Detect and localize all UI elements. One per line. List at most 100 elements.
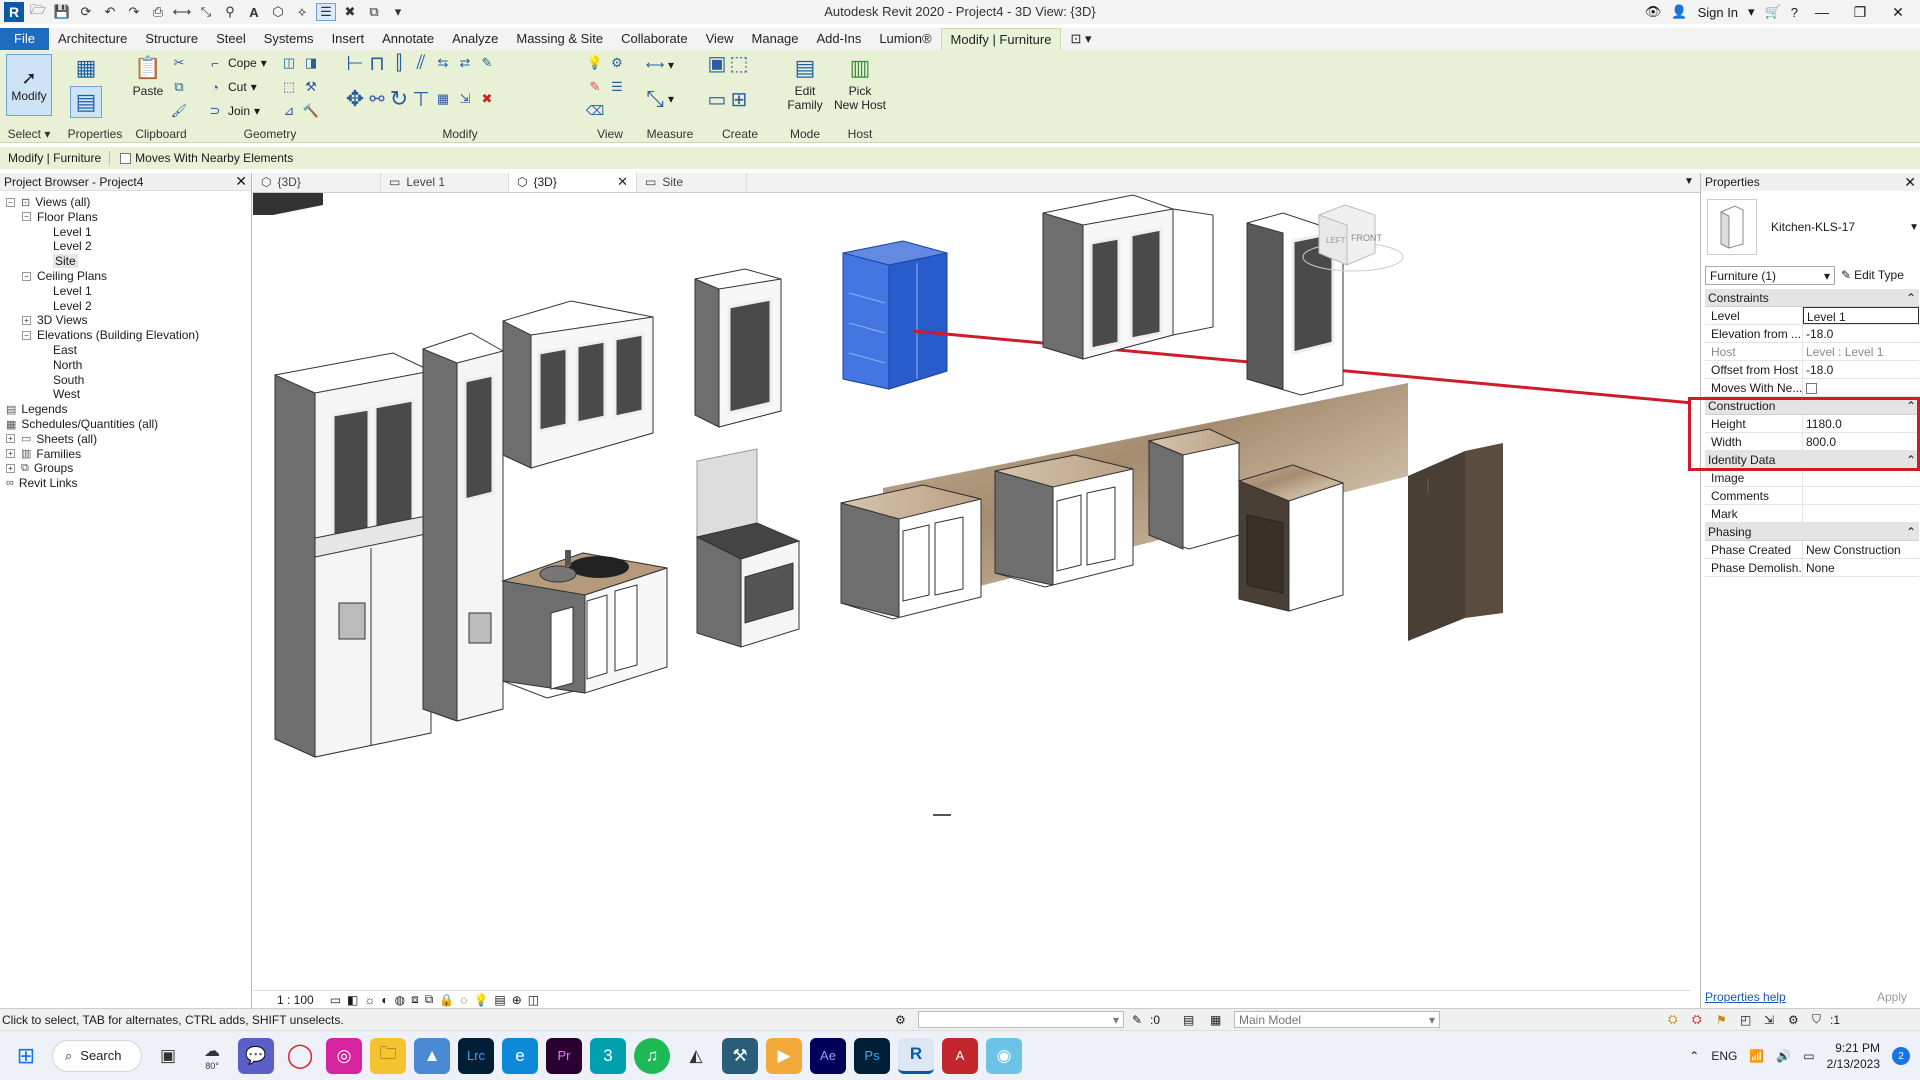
detail-level-icon[interactable]: ▭ <box>330 993 341 1007</box>
lock-3d-icon[interactable]: 🔒 <box>439 993 454 1007</box>
modify-tools-row2[interactable]: ✥ ⚯ ↻ ⊤ ▦ ⇲ ✖ <box>346 86 496 111</box>
close-hidden-qat-icon[interactable]: ✖ <box>340 3 360 21</box>
dimension-qat-icon[interactable]: ⤡ <box>196 3 216 21</box>
ribbon-display-options-icon[interactable]: ⊡ ▾ <box>1061 28 1100 50</box>
worksets-icon[interactable]: ⚙ <box>895 1013 906 1027</box>
workset-dropdown[interactable]: ▾ <box>918 1011 1124 1028</box>
underlay-icon[interactable]: ⛭ <box>1692 1012 1702 1027</box>
tab-add-ins[interactable]: Add-Ins <box>808 28 871 50</box>
tab-massing-site[interactable]: Massing & Site <box>507 28 612 50</box>
tab-steel[interactable]: Steel <box>207 28 255 50</box>
background-process-icon[interactable]: ⚙ <box>1788 1013 1799 1027</box>
spotify-icon[interactable]: ♫ <box>634 1037 670 1074</box>
viewcube-left-label[interactable]: LEFT <box>1326 236 1346 245</box>
tag-qat-icon[interactable]: ⚲ <box>220 3 240 21</box>
view-tab[interactable]: ⬡ {3D} ✕ <box>509 172 637 192</box>
switch-windows-qat-icon[interactable]: ⧉ <box>364 3 384 21</box>
properties-button[interactable]: ▤ <box>70 86 102 118</box>
autocad-icon[interactable]: A <box>942 1037 978 1074</box>
pick-new-host-button[interactable]: ▥ Pick New Host <box>832 52 888 112</box>
chevron-down-icon[interactable]: ▾ <box>1748 4 1755 20</box>
customize-qat-icon[interactable]: ▾ <box>388 3 408 21</box>
render-icon[interactable]: ◍ <box>395 993 405 1007</box>
tab-analyze[interactable]: Analyze <box>443 28 507 50</box>
view-scale[interactable]: 1 : 100 <box>277 993 314 1007</box>
create-tools-row1[interactable]: ▣ ⬚ <box>708 53 749 75</box>
select-dropdown[interactable]: Select ▾ <box>0 127 58 141</box>
sun-path-icon[interactable]: ☼ <box>364 993 375 1007</box>
show-crop-icon[interactable]: ⧉ <box>425 992 434 1007</box>
collapse-icon[interactable]: ⌃ <box>1906 291 1916 305</box>
model-icon[interactable]: ▦ <box>1210 1013 1221 1027</box>
view-tab[interactable]: ⬡ {3D} <box>253 172 381 192</box>
chevron-up-icon[interactable]: ⌃ <box>1689 1049 1699 1063</box>
chevron-down-icon[interactable]: ▼ <box>1909 222 1919 233</box>
notification-badge[interactable]: 2 <box>1892 1047 1910 1065</box>
open-icon[interactable]: 🗁 <box>28 2 48 21</box>
clock[interactable]: 9:21 PM 2/13/2023 <box>1827 1040 1880 1072</box>
copy-button[interactable]: ⧉ <box>170 78 188 96</box>
tab-architecture[interactable]: Architecture <box>49 28 136 50</box>
save-icon[interactable]: 💾 <box>52 3 72 21</box>
property-value[interactable]: -18.0 <box>1803 361 1919 378</box>
collapse-icon[interactable]: ⌃ <box>1906 525 1916 539</box>
redo-icon[interactable]: ↷ <box>124 3 144 21</box>
cut-clip-button[interactable]: ✂ <box>170 54 188 72</box>
instagram-icon[interactable]: ◎ <box>326 1037 362 1074</box>
expand-icon[interactable]: + <box>6 434 15 444</box>
close-icon[interactable]: ✕ <box>1904 174 1916 191</box>
browser-node[interactable]: ∞ Revit Links <box>6 474 78 492</box>
tab-systems[interactable]: Systems <box>255 28 323 50</box>
sync-icon[interactable]: ⟳ <box>76 3 96 21</box>
geometry-tools-3[interactable]: ⊿ 🔨 <box>280 102 320 120</box>
filter-icon[interactable]: ⛉ <box>1812 1012 1821 1027</box>
tab-insert[interactable]: Insert <box>323 28 374 50</box>
collapse-icon[interactable]: − <box>22 271 31 281</box>
view-tab[interactable]: ▭ Site <box>637 172 747 192</box>
edit-type-button[interactable]: ✎ Edit Type <box>1841 268 1904 282</box>
property-group-header[interactable]: Constraints ⌃ <box>1705 289 1919 307</box>
property-value[interactable]: -18.0 <box>1803 325 1919 342</box>
select-faces-icon[interactable]: ◰ <box>1740 1013 1751 1027</box>
property-value[interactable] <box>1803 379 1919 396</box>
create-tools-row2[interactable]: ▭ ⊞ <box>708 89 748 111</box>
apply-button[interactable]: Apply <box>1867 990 1917 1004</box>
checkbox-box[interactable] <box>1806 383 1817 394</box>
measure-button[interactable]: ⟷ ▾ <box>646 56 674 74</box>
taskbar-search[interactable]: ⌕ Search <box>52 1039 142 1072</box>
language-indicator[interactable]: ENG <box>1711 1049 1737 1063</box>
task-view-icon[interactable]: ▣ <box>150 1038 186 1074</box>
speaker-icon[interactable]: 🔊 <box>1776 1049 1791 1063</box>
revit-logo-icon[interactable]: R <box>4 2 24 22</box>
binoculars-icon[interactable]: 👁 <box>1645 4 1662 20</box>
property-group-header[interactable]: Phasing ⌃ <box>1705 523 1919 541</box>
viewcube-front-label[interactable]: FRONT <box>1351 233 1382 243</box>
close-icon[interactable]: ✕ <box>1884 4 1912 21</box>
paste-button[interactable]: 📋 Paste <box>130 52 166 98</box>
paint-view-button[interactable]: ⌫ <box>586 102 604 120</box>
text-qat-icon[interactable]: A <box>244 3 264 21</box>
sign-in-link[interactable]: Sign In <box>1698 5 1738 20</box>
type-selector[interactable]: Kitchen-KLS-17 ▼ <box>1707 197 1919 257</box>
geometry-tools-2[interactable]: ⬚ ⚒ <box>280 78 320 96</box>
premiere-icon[interactable]: Pr <box>546 1037 582 1074</box>
view-tab[interactable]: ▭ Level 1 <box>381 172 509 192</box>
checkbox-box[interactable] <box>120 152 132 164</box>
shadows-icon[interactable]: ◐ <box>381 993 388 1007</box>
match-props-button[interactable]: 🖌 <box>170 102 188 120</box>
worksharing-icon[interactable]: ▤ <box>494 993 505 1007</box>
drag-elements-icon[interactable]: ⇲ <box>1764 1013 1774 1027</box>
photoshop-icon[interactable]: Ps <box>854 1037 890 1074</box>
help-icon[interactable]: ? <box>1791 5 1798 20</box>
crop-icon[interactable]: ⧈ <box>411 992 419 1007</box>
tab-modify-furniture[interactable]: Modify | Furniture <box>940 28 1062 50</box>
property-value[interactable]: New Construction <box>1803 541 1919 558</box>
properties-help-link[interactable]: Properties help <box>1705 990 1786 1004</box>
selected-furniture-highlight[interactable] <box>842 240 948 390</box>
modify-tools-row1[interactable]: ⊢ ⊓ ⫿ ⫽ ⇆ ⇄ ✎ <box>346 52 496 75</box>
revit-taskbar-icon[interactable]: R <box>898 1037 934 1074</box>
collapse-icon[interactable]: − <box>22 212 31 222</box>
expand-icon[interactable]: + <box>22 315 31 325</box>
reveal-hidden-icon[interactable]: 💡 <box>473 993 488 1007</box>
dimension-button[interactable]: ⤡ ▾ <box>646 86 674 111</box>
